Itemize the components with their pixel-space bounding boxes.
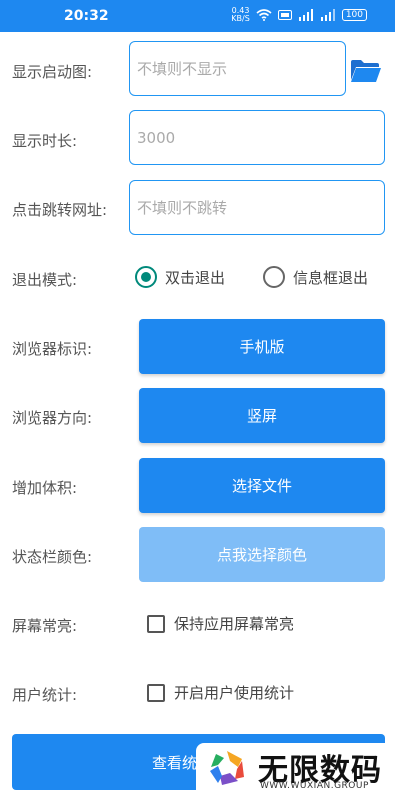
radio-checked-icon [135, 266, 157, 288]
jump-url-label: 点击跳转网址: [12, 201, 108, 219]
hd-icon [277, 10, 292, 20]
browser-ua-label: 浏览器标识: [12, 340, 93, 358]
watermark-logo-icon [210, 751, 244, 785]
splash-input[interactable] [130, 42, 345, 95]
browser-ua-button[interactable]: 手机版 [139, 319, 385, 374]
signal-4g-icon [320, 9, 335, 21]
network-speed: 0.43 KB/S [231, 7, 250, 23]
radio-double-click-exit[interactable]: 双击退出 [135, 266, 225, 288]
radio-unchecked-icon [263, 266, 285, 288]
radio-double-click-exit-label: 双击退出 [165, 268, 226, 287]
splash-label: 显示启动图: [12, 63, 93, 81]
checkbox-icon [147, 683, 165, 702]
screen-on-checkbox[interactable]: 保持应用屏幕常亮 [147, 613, 294, 634]
checkbox-icon [147, 614, 165, 633]
browser-orientation-button[interactable]: 竖屏 [139, 388, 385, 443]
status-icons: 0.43 KB/S 100 [231, 7, 367, 23]
user-stats-checkbox[interactable]: 开启用户使用统计 [147, 682, 294, 703]
jump-url-field-box [129, 180, 385, 235]
exit-mode-label: 退出模式: [12, 271, 78, 289]
user-stats-checkbox-label: 开启用户使用统计 [174, 684, 295, 702]
pick-color-button[interactable]: 点我选择颜色 [139, 527, 385, 582]
duration-input[interactable] [130, 111, 384, 164]
radio-dialog-exit[interactable]: 信息框退出 [263, 266, 368, 288]
statusbar-color-label: 状态栏颜色: [12, 548, 93, 566]
duration-label: 显示时长: [12, 132, 78, 150]
status-time: 20:32 [64, 8, 109, 24]
wifi-icon [256, 9, 272, 21]
network-speed-unit: KB/S [231, 14, 250, 23]
splash-field-box [129, 41, 346, 96]
signal-5g-icon [298, 9, 313, 21]
radio-dialog-exit-label: 信息框退出 [293, 268, 369, 287]
duration-field-box [129, 110, 385, 165]
folder-icon[interactable] [350, 60, 382, 82]
screen-on-checkbox-label: 保持应用屏幕常亮 [174, 615, 295, 633]
watermark-subtitle: WWW.WUXIAN.GROUP [260, 781, 369, 791]
jump-url-input[interactable] [130, 181, 384, 234]
screen-on-label: 屏幕常亮: [12, 617, 78, 635]
add-size-label: 增加体积: [12, 479, 78, 497]
browser-orientation-label: 浏览器方向: [12, 409, 93, 427]
status-bar: 20:32 0.43 KB/S 100 [0, 0, 395, 32]
select-file-button[interactable]: 选择文件 [139, 458, 385, 513]
watermark: 无限数码 WWW.WUXIAN.GROUP [196, 743, 395, 794]
battery-icon: 100 [341, 9, 367, 21]
user-stats-label: 用户统计: [12, 686, 78, 704]
